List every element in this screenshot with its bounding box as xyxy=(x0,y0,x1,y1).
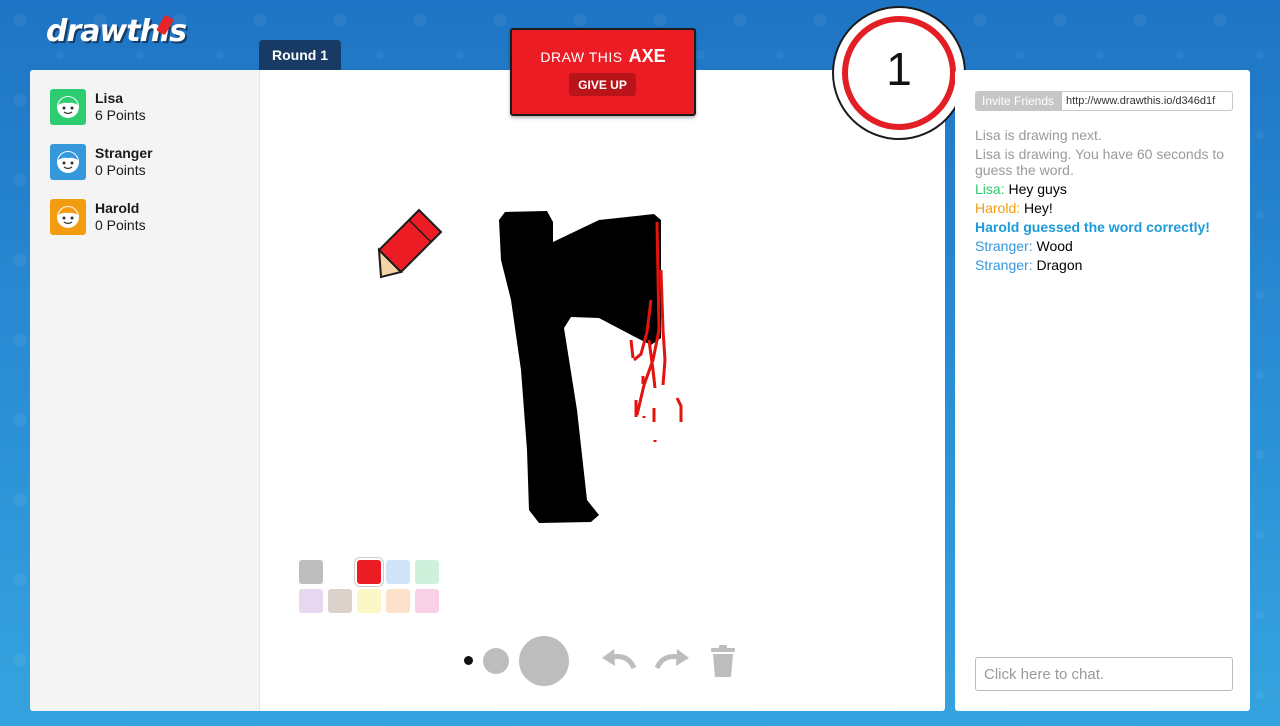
undo-icon[interactable] xyxy=(600,648,638,672)
chat-input[interactable] xyxy=(975,657,1233,691)
color-swatch[interactable] xyxy=(415,560,439,584)
color-swatch[interactable] xyxy=(328,589,352,613)
pencil-cursor-icon xyxy=(377,208,443,279)
face-icon xyxy=(57,151,79,173)
trash-icon[interactable] xyxy=(710,644,736,678)
challenge-prefix: DRAW THIS xyxy=(540,49,623,65)
color-swatch[interactable] xyxy=(357,560,381,584)
player-item: Stranger 0 Points xyxy=(50,144,153,180)
challenge-word: AXE xyxy=(628,46,666,66)
avatar xyxy=(50,89,86,125)
chat-text: Dragon xyxy=(1036,257,1083,273)
chat-message: Lisa: Hey guys xyxy=(975,181,1067,197)
color-swatch[interactable] xyxy=(328,560,352,584)
system-message: Lisa is drawing next. xyxy=(975,127,1102,143)
challenge-box: DRAW THIS AXE GIVE UP xyxy=(510,28,696,116)
system-message: Lisa is drawing. You have 60 seconds to … xyxy=(975,146,1225,178)
chat-message: Stranger: Wood xyxy=(975,238,1073,254)
brush-size-large[interactable] xyxy=(519,636,569,686)
chat-text: Hey guys xyxy=(1008,181,1067,197)
chat-text: Hey! xyxy=(1024,200,1053,216)
round-timer: 1 xyxy=(834,8,964,138)
avatar xyxy=(50,144,86,180)
color-swatch[interactable] xyxy=(415,589,439,613)
player-name: Stranger xyxy=(95,145,153,161)
player-points: 6 Points xyxy=(95,107,146,123)
color-swatch[interactable] xyxy=(357,589,381,613)
invite-link-field[interactable]: http://www.drawthis.io/d346d1f xyxy=(1061,91,1233,111)
player-points: 0 Points xyxy=(95,217,146,233)
timer-value: 1 xyxy=(886,43,912,95)
chat-panel: Invite Friends http://www.drawthis.io/d3… xyxy=(955,70,1250,711)
chat-message: Stranger: Dragon xyxy=(975,257,1083,273)
invite-friends-button[interactable]: Invite Friends xyxy=(975,91,1061,111)
player-name: Harold xyxy=(95,200,140,216)
chat-message: Harold: Hey! xyxy=(975,200,1053,216)
chat-author: Stranger xyxy=(975,238,1029,254)
drawing-toolbar xyxy=(269,560,735,686)
color-swatch[interactable] xyxy=(299,560,323,584)
color-swatch[interactable] xyxy=(386,589,410,613)
chat-author: Lisa xyxy=(975,181,1001,197)
player-name: Lisa xyxy=(95,90,124,106)
face-icon xyxy=(57,206,79,228)
chat-messages: Lisa is drawing next. Lisa is drawing. Y… xyxy=(975,127,1235,276)
round-tab: Round 1 xyxy=(259,40,341,70)
player-item: Harold 0 Points xyxy=(50,199,146,235)
player-points: 0 Points xyxy=(95,162,146,178)
correct-guess-message: Harold guessed the word correctly! xyxy=(975,219,1210,235)
color-swatch[interactable] xyxy=(386,560,410,584)
chat-author: Harold xyxy=(975,200,1017,216)
player-list: Lisa 6 Points Stranger 0 Points Harold 0… xyxy=(30,70,260,711)
chat-author: Stranger xyxy=(975,257,1029,273)
redo-icon[interactable] xyxy=(653,648,691,672)
color-swatch[interactable] xyxy=(299,589,323,613)
face-icon xyxy=(57,96,79,118)
chat-text: Wood xyxy=(1036,238,1073,254)
brush-size-medium[interactable] xyxy=(483,648,509,674)
player-item: Lisa 6 Points xyxy=(50,89,146,125)
brush-size-small[interactable] xyxy=(464,656,473,665)
axe-drawing xyxy=(499,211,683,523)
give-up-button[interactable]: GIVE UP xyxy=(569,73,636,96)
avatar xyxy=(50,199,86,235)
